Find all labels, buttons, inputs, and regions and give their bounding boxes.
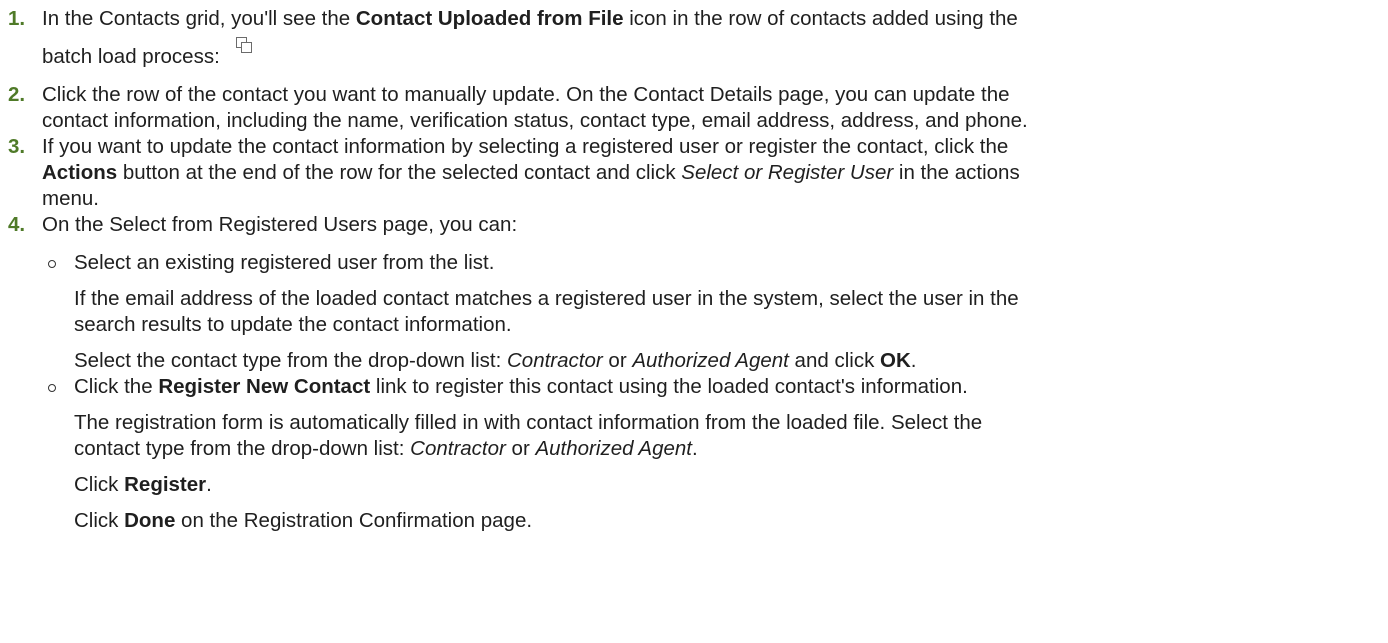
step-4: 4. On the Select from Registered Users p… — [0, 212, 1388, 238]
contact-uploaded-from-file-icon — [234, 37, 256, 57]
italic-term: Authorized Agent — [632, 349, 789, 372]
text: on the Registration Confirmation page. — [175, 509, 533, 532]
bold-term: Register — [124, 473, 207, 496]
italic-term: Contractor — [410, 437, 506, 460]
italic-term: Authorized Agent — [535, 437, 692, 460]
step-number: 2. — [8, 83, 26, 106]
instructions-list: 1. In the Contacts grid, you'll see the … — [0, 0, 1388, 534]
step-number: 1. — [8, 7, 26, 30]
bullet-text: Click the Register New Contact link to r… — [74, 374, 1388, 400]
step-3-line-1: If you want to update the contact inform… — [42, 135, 1009, 158]
step-2: 2. Click the row of the contact you want… — [0, 82, 1388, 134]
bold-term: Done — [124, 509, 176, 532]
bullet-item-1: Select an existing registered user from … — [0, 250, 1388, 276]
step-4-line-1: On the Select from Registered Users page… — [42, 213, 518, 236]
paragraph-line: search results to update the contact inf… — [74, 313, 512, 336]
text: icon in the row of contacts added using … — [623, 7, 1018, 30]
paragraph-line: Select the contact type from the drop-do… — [74, 348, 1388, 374]
text: . — [206, 473, 212, 496]
step-2-line-1: Click the row of the contact you want to… — [42, 83, 1010, 106]
text: button at the end of the row for the sel… — [117, 161, 682, 184]
text: and click — [788, 349, 881, 372]
text: Click — [74, 509, 125, 532]
paragraph-line: If the email address of the loaded conta… — [74, 287, 1019, 310]
bullet-text: Select an existing registered user from … — [74, 251, 495, 274]
paragraph-line: Click Done on the Registration Confirmat… — [74, 508, 1388, 534]
bullet-2-paragraph-2: Click Register. — [0, 472, 1388, 498]
text: contact type from the drop-down list: — [74, 437, 411, 460]
bullet-circle-icon — [48, 260, 56, 268]
text: . — [910, 349, 917, 372]
paragraph-line: Click Register. — [74, 472, 1388, 498]
step-1-line-1: In the Contacts grid, you'll see the Con… — [42, 6, 1388, 32]
bullet-2-paragraph-1: The registration form is automatically f… — [0, 410, 1388, 462]
text: Click — [74, 473, 125, 496]
bullet-2-paragraph-3: Click Done on the Registration Confirmat… — [0, 508, 1388, 534]
bullet-1-paragraph-1: If the email address of the loaded conta… — [0, 286, 1388, 338]
bold-term: OK — [880, 349, 911, 372]
bold-term: Register New Contact — [158, 375, 371, 398]
step-1-line-2: batch load process: — [42, 32, 1388, 82]
text: or — [505, 437, 536, 460]
italic-term: Contractor — [507, 349, 603, 372]
text: batch load process: — [42, 45, 220, 68]
step-3: 3. If you want to update the contact inf… — [0, 134, 1388, 212]
step-1: 1. In the Contacts grid, you'll see the … — [0, 6, 1388, 82]
bold-term: Actions — [42, 161, 118, 184]
italic-term: Select or Register User — [681, 161, 894, 184]
paragraph-line: contact type from the drop-down list: Co… — [74, 436, 1388, 462]
paragraph-line: The registration form is automatically f… — [74, 411, 983, 434]
step-number: 4. — [8, 213, 26, 236]
text: . — [692, 437, 698, 460]
bullet-circle-icon — [48, 384, 56, 392]
step-3-line-2: Actions button at the end of the row for… — [42, 160, 1388, 186]
bullet-item-2: Click the Register New Contact link to r… — [0, 374, 1388, 400]
text: in the actions — [893, 161, 1020, 184]
step-3-line-3: menu. — [42, 187, 99, 210]
text: Select the contact type from the drop-do… — [74, 349, 507, 372]
step-2-line-2: contact information, including the name,… — [42, 109, 1028, 132]
bold-term: Contact Uploaded from File — [355, 7, 624, 30]
step-number: 3. — [8, 135, 26, 158]
text: In the Contacts grid, you'll see the — [42, 7, 356, 30]
bullet-1-paragraph-2: Select the contact type from the drop-do… — [0, 348, 1388, 374]
text: or — [602, 349, 633, 372]
text: link to register this contact using the … — [370, 375, 968, 398]
text: Click the — [74, 375, 159, 398]
